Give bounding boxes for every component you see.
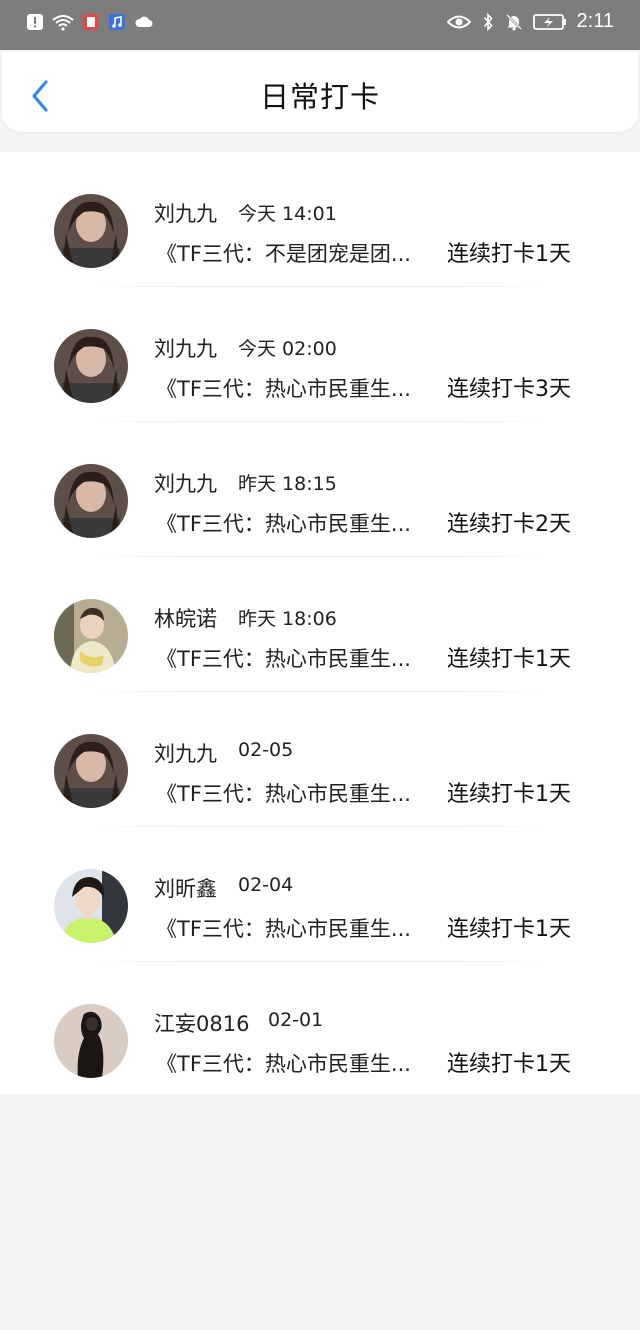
list-item[interactable]: 刘九九 昨天 18:15 《TF三代：热心市民重生... 连续打卡2天 — [0, 422, 640, 557]
user-name: 刘九九 — [154, 472, 217, 496]
cloud-icon — [135, 16, 153, 27]
list-item[interactable]: 刘九九 今天 02:00 《TF三代：热心市民重生... 连续打卡3天 — [0, 287, 640, 422]
avatar[interactable] — [54, 194, 128, 268]
user-name: 刘九九 — [154, 202, 217, 226]
list-item[interactable]: 刘昕鑫 02-04 《TF三代：热心市民重生... 连续打卡1天 — [0, 827, 640, 962]
avatar[interactable] — [54, 1004, 128, 1078]
book-title: 《TF三代：不是团宠是团... — [156, 242, 411, 266]
mute-bell-icon — [505, 13, 522, 30]
eye-icon — [446, 15, 471, 28]
book-title: 《TF三代：热心市民重生... — [156, 512, 411, 536]
list-item[interactable]: 林皖诺 昨天 18:06 《TF三代：热心市民重生... 连续打卡1天 — [0, 557, 640, 692]
avatar[interactable] — [54, 599, 128, 673]
wifi-icon — [52, 15, 74, 31]
user-name: 江妄0816 — [154, 1012, 250, 1036]
checkin-list: 刘九九 今天 14:01 《TF三代：不是团宠是团... 连续打卡1天 刘九九 … — [0, 152, 640, 1094]
alert-icon — [27, 14, 43, 30]
status-icons-right: 2:11 — [446, 10, 614, 33]
checkin-time: 今天 02:00 — [238, 338, 337, 360]
status-bar: 2:11 — [0, 0, 640, 50]
streak-label: 连续打卡2天 — [447, 512, 571, 537]
book-title: 《TF三代：热心市民重生... — [156, 647, 411, 671]
book-title: 《TF三代：热心市民重生... — [156, 917, 411, 941]
checkin-time: 昨天 18:06 — [238, 608, 337, 630]
user-name: 林皖诺 — [154, 607, 217, 631]
list-item[interactable]: 刘九九 02-05 《TF三代：热心市民重生... 连续打卡1天 — [0, 692, 640, 827]
page-title: 日常打卡 — [259, 80, 380, 114]
streak-label: 连续打卡1天 — [447, 647, 571, 672]
page-header: 日常打卡 — [2, 52, 638, 132]
avatar[interactable] — [54, 869, 128, 943]
app-notification-icon — [83, 14, 99, 30]
avatar[interactable] — [54, 329, 128, 403]
list-item[interactable]: 江妄0816 02-01 《TF三代：热心市民重生... 连续打卡1天 — [0, 962, 640, 1097]
battery-icon — [532, 13, 566, 30]
music-app-icon — [109, 14, 125, 30]
user-name: 刘九九 — [154, 337, 217, 361]
status-icons-left — [26, 13, 154, 31]
book-title: 《TF三代：热心市民重生... — [156, 782, 411, 806]
clock: 2:11 — [576, 10, 614, 32]
checkin-time: 02-05 — [238, 739, 294, 761]
user-name: 刘九九 — [154, 742, 217, 766]
streak-label: 连续打卡3天 — [447, 377, 571, 402]
avatar[interactable] — [54, 464, 128, 538]
checkin-time: 02-01 — [268, 1009, 324, 1031]
streak-label: 连续打卡1天 — [447, 782, 571, 807]
checkin-time: 昨天 18:15 — [238, 473, 337, 495]
streak-label: 连续打卡1天 — [447, 242, 571, 267]
streak-label: 连续打卡1天 — [447, 917, 571, 942]
empty-background — [0, 1094, 640, 1330]
book-title: 《TF三代：热心市民重生... — [156, 377, 411, 401]
user-name: 刘昕鑫 — [154, 877, 217, 901]
list-item[interactable]: 刘九九 今天 14:01 《TF三代：不是团宠是团... 连续打卡1天 — [0, 152, 640, 287]
streak-label: 连续打卡1天 — [447, 1052, 571, 1077]
bluetooth-icon — [483, 12, 493, 31]
checkin-time: 02-04 — [238, 874, 294, 896]
checkin-time: 今天 14:01 — [238, 203, 337, 225]
avatar[interactable] — [54, 734, 128, 808]
book-title: 《TF三代：热心市民重生... — [156, 1052, 411, 1076]
